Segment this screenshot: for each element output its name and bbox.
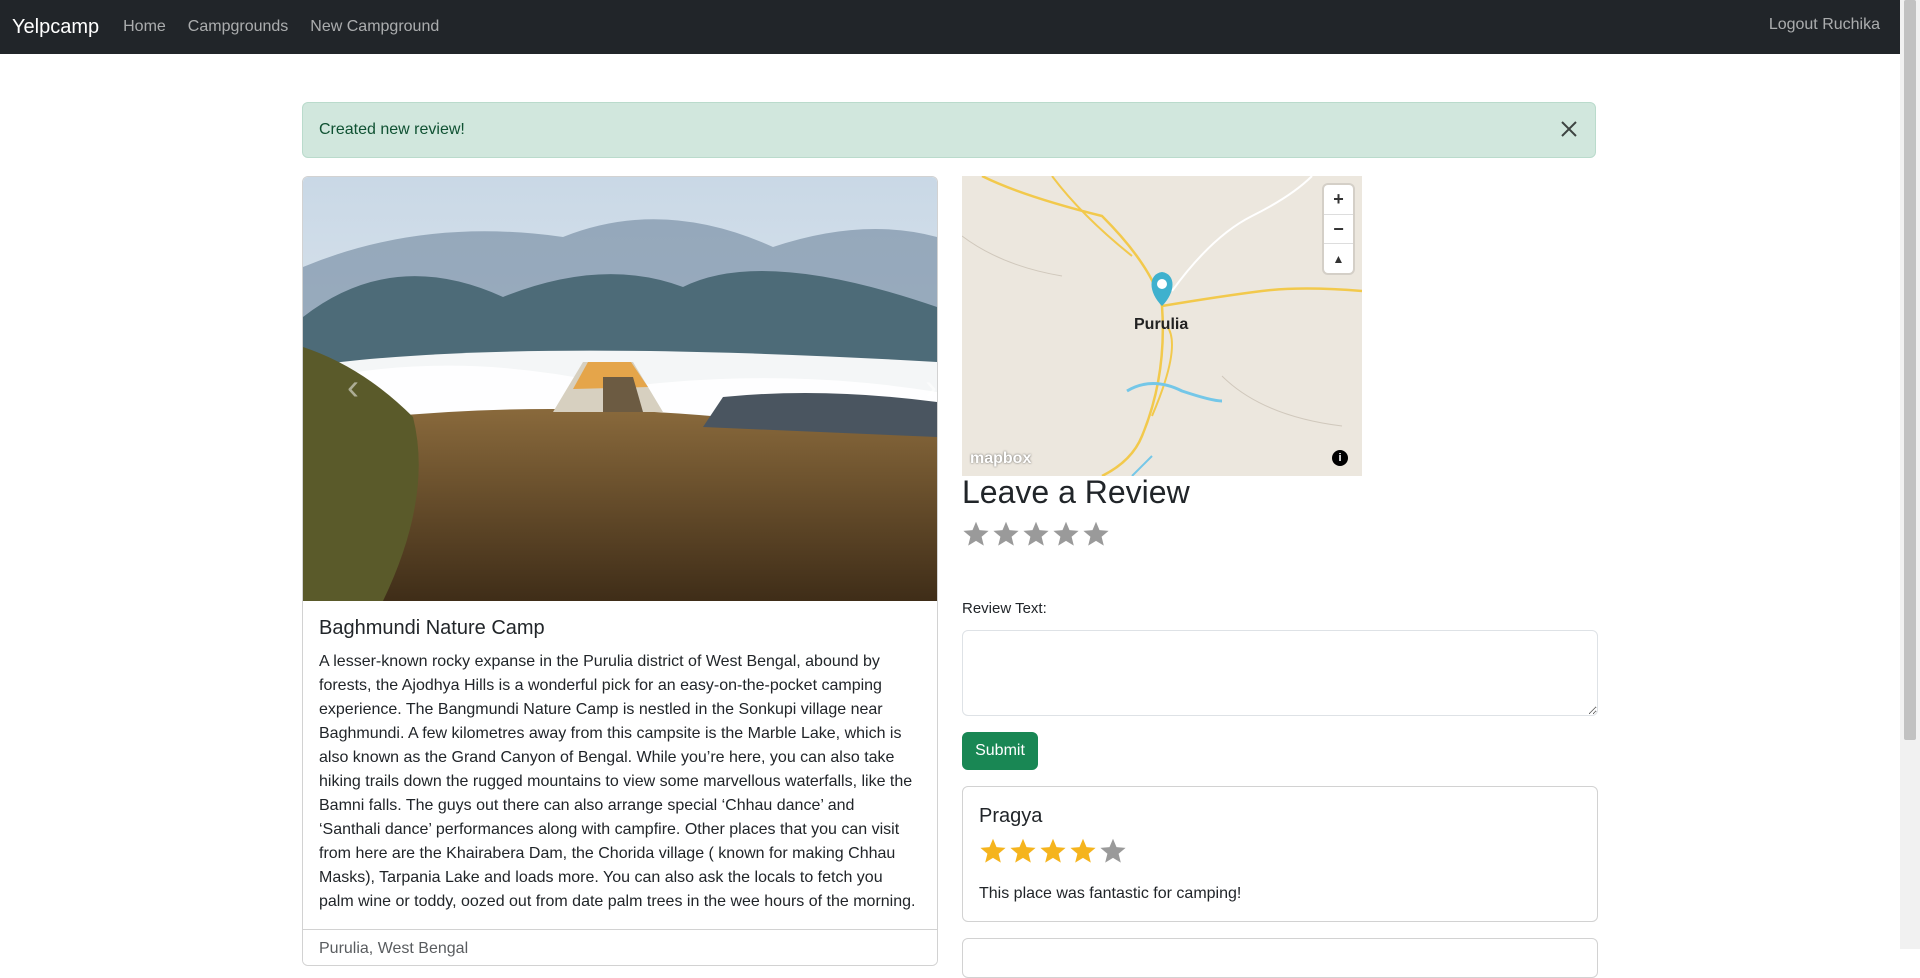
map-city-label: Purulia	[1134, 316, 1189, 333]
campground-description: A lesser-known rocky expanse in the Puru…	[319, 653, 916, 910]
nav-home-link[interactable]: Home	[123, 18, 166, 36]
star-icon[interactable]	[1022, 520, 1050, 548]
review-body: This place was fantastic for camping!	[979, 885, 1242, 902]
alert-message: Created new review!	[319, 121, 465, 138]
review-text-label: Review Text:	[962, 600, 1047, 617]
carousel-next-control[interactable]: ›	[911, 357, 937, 417]
campground-location: Purulia, West Bengal	[319, 940, 469, 957]
campground-image	[303, 177, 937, 601]
review-rating	[979, 837, 1127, 865]
star-rating-input[interactable]	[962, 520, 1110, 548]
nav-new-campground-link[interactable]: New Campground	[310, 18, 439, 36]
review-card	[962, 938, 1598, 978]
star-icon	[1010, 838, 1036, 863]
review-author: Pragya	[979, 805, 1043, 827]
compass-button[interactable]: ▲	[1324, 244, 1353, 273]
navbar: Yelpcamp Home Campgrounds New Campground…	[0, 0, 1900, 54]
brand-link[interactable]: Yelpcamp	[12, 16, 99, 39]
campground-map[interactable]: Purulia + − ▲ mapbox i	[962, 176, 1362, 476]
logout-link[interactable]: Logout Ruchika	[1769, 16, 1880, 34]
star-icon[interactable]	[962, 520, 990, 548]
map-marker-icon[interactable]	[1151, 272, 1173, 306]
campground-title: Baghmundi Nature Camp	[319, 617, 545, 639]
star-icon	[980, 838, 1006, 863]
close-icon[interactable]	[1557, 117, 1581, 141]
scrollbar-thumb[interactable]	[1904, 0, 1916, 740]
zoom-in-button[interactable]: +	[1324, 185, 1353, 215]
campground-card: ‹ › Baghmundi Nature Camp A lesser-known…	[302, 176, 938, 966]
success-alert: Created new review!	[302, 102, 1596, 158]
star-icon	[1070, 838, 1096, 863]
map-controls: + − ▲	[1324, 185, 1353, 273]
star-icon[interactable]	[1052, 520, 1080, 548]
star-icon	[1040, 838, 1066, 863]
star-icon[interactable]	[1082, 520, 1110, 548]
zoom-out-button[interactable]: −	[1324, 215, 1353, 245]
campground-card-body: Baghmundi Nature Camp A lesser-known roc…	[319, 617, 919, 914]
mapbox-logo[interactable]: mapbox	[970, 450, 1031, 468]
star-icon	[1100, 838, 1126, 863]
campground-location-item: Purulia, West Bengal	[303, 929, 937, 965]
carousel-prev-control[interactable]: ‹	[333, 357, 373, 417]
review-text-field[interactable]	[962, 630, 1598, 716]
star-icon[interactable]	[992, 520, 1020, 548]
page-scrollbar[interactable]	[1900, 0, 1920, 949]
nav-campgrounds-link[interactable]: Campgrounds	[188, 18, 289, 36]
review-card: Pragya This place was fantastic for camp…	[962, 786, 1598, 922]
review-form-heading: Leave a Review	[962, 474, 1190, 510]
info-icon[interactable]: i	[1332, 450, 1348, 466]
submit-button[interactable]: Submit	[962, 732, 1038, 770]
